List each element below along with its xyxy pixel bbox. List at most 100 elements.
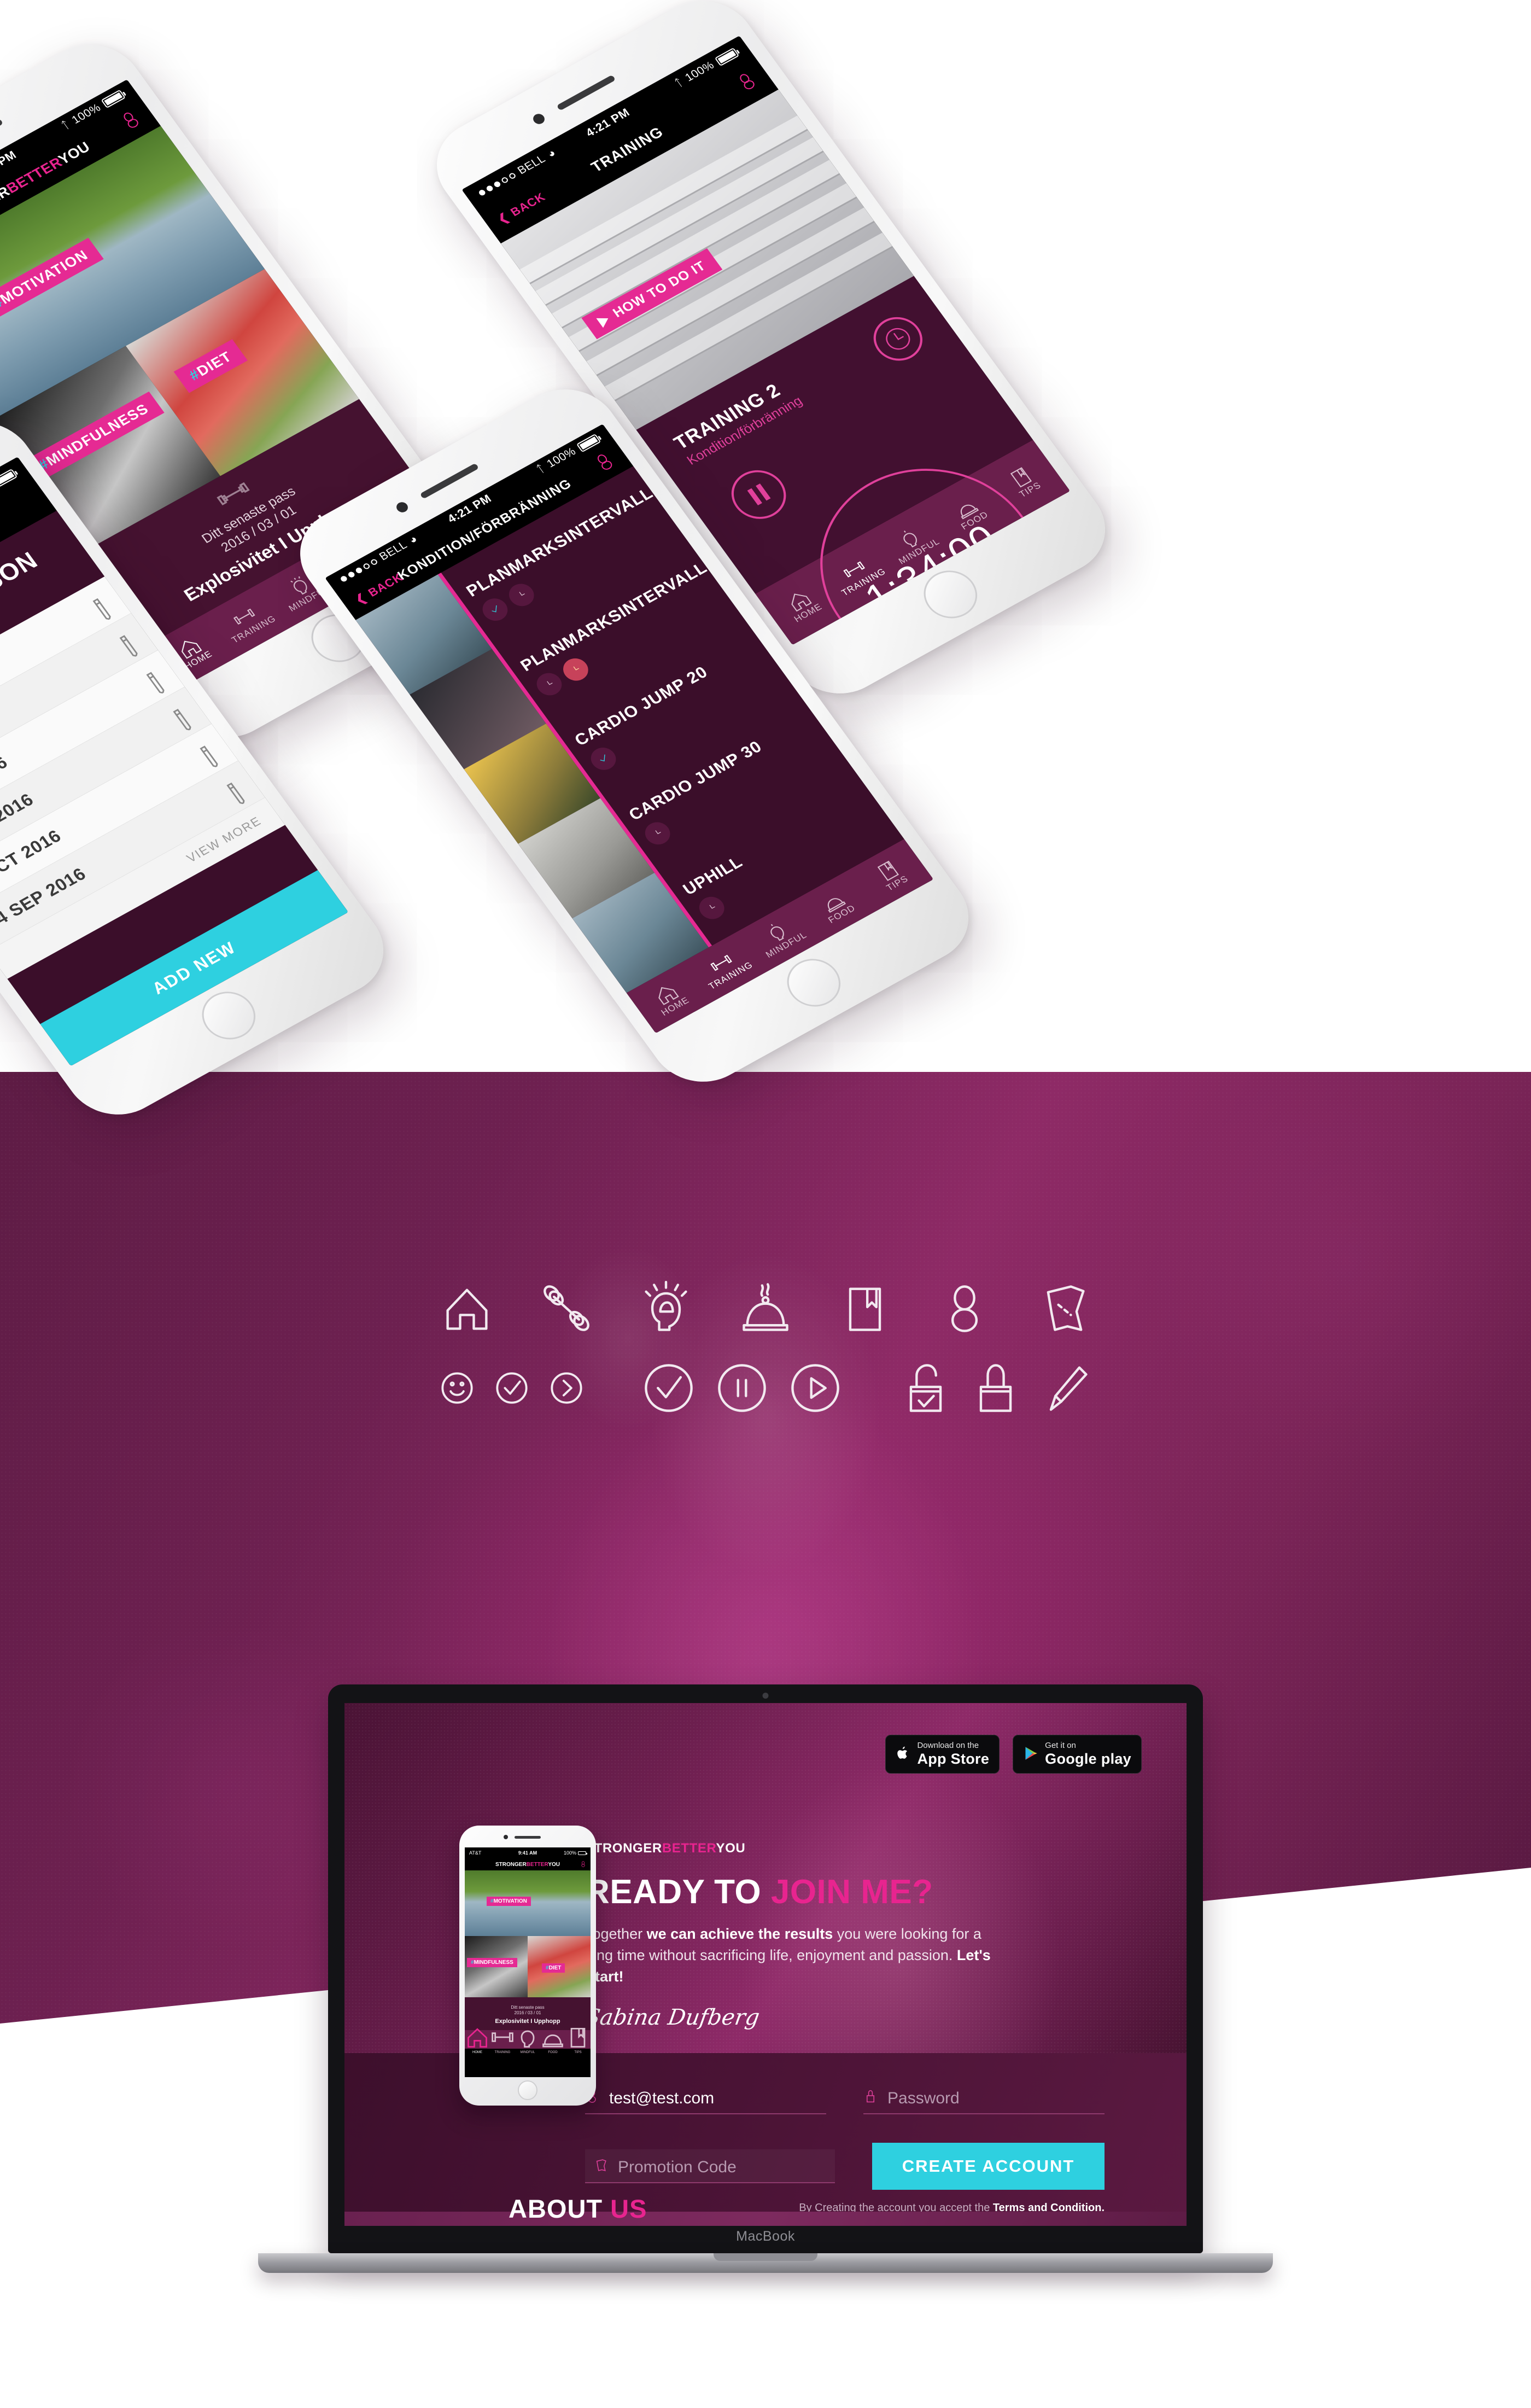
tab-label: MINDFUL: [520, 2050, 535, 2054]
apple-logo-icon: [896, 1746, 910, 1763]
pause-button[interactable]: [721, 461, 797, 528]
tab-label: FOOD: [548, 2050, 558, 2054]
tab-label: TIPS: [574, 2050, 582, 2054]
bottom-tab-bar: HOME TRAINING MINDFUL FOOD TIPS: [465, 2027, 591, 2054]
tab-training[interactable]: TRAINING: [490, 2025, 515, 2054]
tab-label: TRAINING: [494, 2050, 511, 2054]
battery-icon: [578, 1851, 587, 1855]
home-button[interactable]: [518, 2080, 537, 2100]
pencil-icon[interactable]: [224, 780, 245, 804]
icon-showcase: [0, 1280, 1531, 1416]
mindful-head-icon: [638, 1280, 694, 1337]
padlock-closed-icon: [967, 1360, 1024, 1416]
clock-badge-icon: [504, 580, 539, 611]
macbook-base: [258, 2253, 1273, 2273]
smiley-circle-icon: [437, 1368, 477, 1408]
profile-icon[interactable]: [580, 1861, 586, 1868]
status-time: 9:41 AM: [518, 1850, 537, 1856]
status-bar: AT&T 9:41 AM 100%: [465, 1847, 591, 1858]
feed-tile-mindfulness[interactable]: #MINDFULNESS: [465, 1936, 528, 1997]
clock-badge-icon: [694, 893, 729, 924]
macbook-notch: [714, 2253, 817, 2261]
battery-icon: [0, 468, 17, 487]
tag-motivation: #MOTIVATION: [487, 1897, 531, 1906]
check-circle-small-icon: [492, 1368, 532, 1408]
pencil-icon[interactable]: [90, 596, 111, 620]
tag-mindfulness: #MINDFULNESS: [22, 391, 165, 483]
email-field[interactable]: test@test.com: [585, 2089, 826, 2114]
pause-circle-icon: [714, 1360, 770, 1416]
hero-paragraph: Together we can achieve the results you …: [585, 1926, 991, 1985]
tag-diet: #DIET: [173, 339, 248, 393]
tab-home[interactable]: HOME: [465, 2025, 490, 2054]
app-store-button[interactable]: Download on the App Store: [885, 1735, 1000, 1774]
last-session-label: Ditt senaste pass: [511, 2005, 545, 2010]
feed-tile-motivation[interactable]: #MOTIVATION: [465, 1870, 591, 1936]
feed-tile-diet[interactable]: #DIET: [528, 1936, 591, 1997]
front-camera: [504, 1835, 508, 1839]
password-placeholder: Password: [887, 2089, 960, 2107]
tab-food[interactable]: FOOD: [540, 2025, 565, 2054]
tab-tips[interactable]: TIPS: [565, 2025, 591, 2054]
front-camera: [531, 112, 547, 126]
promotion-code-placeholder: Promotion Code: [618, 2158, 737, 2176]
profile-icon[interactable]: [733, 69, 762, 96]
check-badge-icon: [586, 743, 621, 774]
tag-diet: #DIET: [542, 1963, 565, 1973]
email-value: test@test.com: [609, 2089, 715, 2107]
store-big-label: Google play: [1045, 1751, 1131, 1767]
carrier-label: AT&T: [469, 1850, 482, 1856]
bluetooth-icon: ᛏ: [59, 118, 73, 132]
bluetooth-icon: ᛏ: [672, 76, 686, 90]
pencil-icon[interactable]: [170, 707, 191, 731]
clock-badge-icon: [640, 818, 675, 849]
profile-icon[interactable]: [591, 450, 620, 476]
clock-badge-icon: [532, 669, 567, 700]
store-big-label: App Store: [917, 1751, 990, 1767]
ticket-icon: [1036, 1280, 1092, 1337]
google-play-button[interactable]: Get it on Google play: [1013, 1735, 1142, 1774]
tag-mindfulness: #MINDFULNESS: [467, 1958, 517, 1967]
about-us-section: ABOUT US: [344, 2194, 1187, 2226]
password-field[interactable]: Password: [863, 2089, 1105, 2114]
pencil-icon[interactable]: [143, 670, 165, 694]
hero-copy-block: STRONGERBETTERYOU READY TO JOIN ME? Toge…: [583, 1841, 1001, 2031]
play-icon: [596, 313, 612, 328]
padlock-icon: [863, 2089, 878, 2108]
app-brand-logo: STRONGERBETTERYOU: [495, 1861, 560, 1868]
wifi-icon: ◕: [406, 533, 420, 547]
author-signature: Sabina Dufberg: [583, 2005, 762, 2031]
icon-row-primary: [0, 1280, 1531, 1337]
form-row-credentials: test@test.com Password: [585, 2089, 1105, 2114]
google-play-logo-icon: [1023, 1746, 1038, 1763]
create-account-button[interactable]: CREATE ACCOUNT: [872, 2143, 1105, 2190]
macbook-camera: [762, 1693, 769, 1699]
check-circle-large-icon: [640, 1360, 697, 1416]
website-brand-logo: STRONGERBETTERYOU: [585, 1841, 746, 1856]
dumbbell-icon: [538, 1280, 595, 1337]
website-viewport: Download on the App Store Get it on Google…: [344, 1703, 1187, 2226]
bookmark-icon: [837, 1280, 893, 1337]
person-icon: [936, 1280, 993, 1337]
front-camera: [394, 500, 410, 515]
app-navbar: STRONGERBETTERYOU: [465, 1858, 591, 1870]
icon-row-secondary: [0, 1360, 1531, 1416]
battery-icon: [714, 47, 739, 66]
tab-mindful[interactable]: MINDFUL: [515, 2025, 540, 2054]
macbook-screen: MacBook Download on the App Store Get it …: [328, 1684, 1203, 2253]
last-session-date: 2016 / 03 / 01: [514, 2010, 541, 2016]
macbook-device-label: MacBook: [736, 2229, 795, 2244]
chevron-right-circle-icon: [546, 1368, 587, 1408]
bluetooth-icon: ᛏ: [534, 462, 548, 476]
pencil-icon[interactable]: [116, 633, 138, 657]
check-badge-icon: [477, 594, 513, 625]
mini-app-screen: AT&T 9:41 AM 100% STRONGERBETTERYOU #MOT…: [465, 1847, 591, 2077]
battery-percent: 100%: [563, 1850, 576, 1856]
promotion-code-field[interactable]: Promotion Code: [585, 2149, 835, 2183]
tag-motivation: #MOTIVATION: [0, 237, 104, 321]
store-small-label: Download on the: [917, 1741, 979, 1750]
profile-icon[interactable]: [117, 108, 145, 135]
food-cloche-icon: [737, 1280, 794, 1337]
about-us-heading: ABOUT US: [509, 2194, 647, 2223]
pencil-icon[interactable]: [197, 743, 218, 768]
